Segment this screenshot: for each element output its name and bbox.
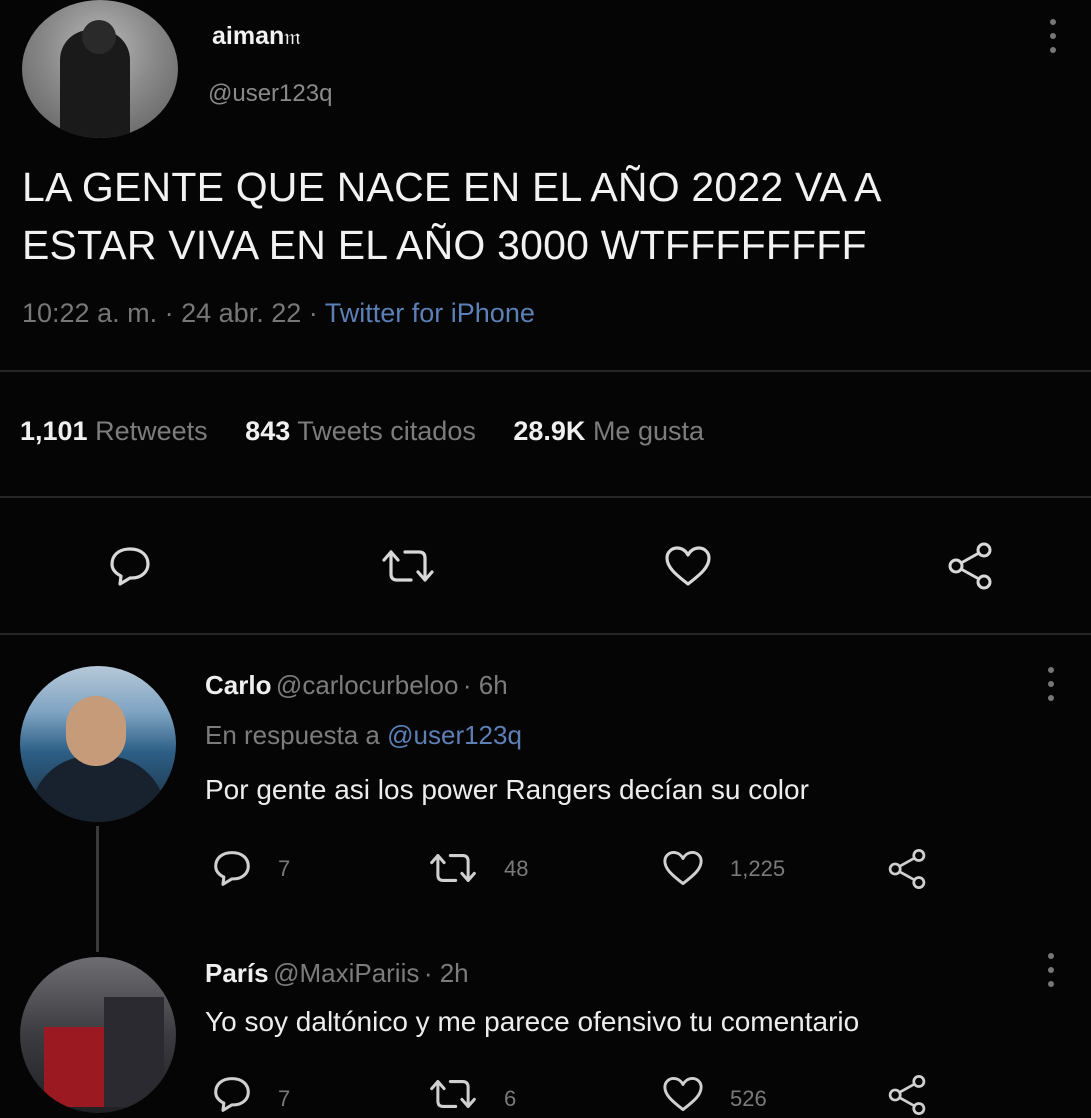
reply-header: Carlo @carlocurbeloo · 6h xyxy=(205,670,508,701)
retweet-icon[interactable] xyxy=(428,1074,478,1114)
thread-line xyxy=(96,826,99,952)
reply-author-name[interactable]: Carlo xyxy=(205,670,271,700)
reply-author-handle[interactable]: @MaxiPariis xyxy=(273,958,419,988)
meta-separator: · xyxy=(308,298,318,328)
quotes-label: Tweets citados xyxy=(297,416,476,446)
more-options-icon[interactable] xyxy=(1046,666,1056,702)
reply-count: 7 xyxy=(278,1086,291,1111)
reply-avatar[interactable] xyxy=(20,957,176,1113)
likes-count: 28.9K xyxy=(513,416,586,446)
more-options-icon[interactable] xyxy=(1048,18,1058,54)
tweet-date[interactable]: 24 abr. 22 xyxy=(181,298,301,328)
quotes-count: 843 xyxy=(245,416,291,446)
tweet-text-line-1: LA GENTE QUE NACE EN EL AÑO 2022 VA A xyxy=(22,164,882,210)
author-name-suffix: 𝔪 xyxy=(284,24,301,49)
retweets-label: Retweets xyxy=(95,416,208,446)
retweet-icon[interactable] xyxy=(380,540,436,592)
tweet-stats: 1,101 Retweets 843 Tweets citados 28.9K … xyxy=(20,416,704,447)
reply-text: Por gente asi los power Rangers decían s… xyxy=(205,774,809,805)
retweets-stat[interactable]: 1,101 Retweets xyxy=(20,416,208,446)
more-options-icon[interactable] xyxy=(1046,952,1056,988)
retweet-count: 48 xyxy=(504,856,529,881)
like-icon[interactable] xyxy=(660,848,706,888)
tweet-meta: 10:22 a. m. · 24 abr. 22 · Twitter for i… xyxy=(22,298,535,329)
tweet-text-line-2: ESTAR VIVA EN EL AÑO 3000 WTFFFFFFFF xyxy=(22,222,867,268)
reply-author-name[interactable]: París xyxy=(205,958,269,988)
share-icon[interactable] xyxy=(942,538,998,594)
reply-count: 7 xyxy=(278,856,291,881)
author-handle[interactable]: @user123q xyxy=(208,80,332,108)
reply-to-label: En respuesta a xyxy=(205,720,380,750)
reply-author-handle[interactable]: @carlocurbeloo xyxy=(276,670,458,700)
share-icon[interactable] xyxy=(884,1072,930,1118)
tweet-text: LA GENTE QUE NACE EN EL AÑO 2022 VA A ES… xyxy=(22,158,1072,274)
like-count: 526 xyxy=(730,1086,767,1111)
like-count: 1,225 xyxy=(730,856,786,881)
author-display-name: aiman xyxy=(212,22,285,50)
reply-to-line: En respuesta a @user123q xyxy=(205,720,522,751)
quotes-stat[interactable]: 843 Tweets citados xyxy=(245,416,476,446)
likes-stat[interactable]: 28.9K Me gusta xyxy=(513,416,704,446)
likes-label: Me gusta xyxy=(592,416,704,446)
like-icon[interactable] xyxy=(660,540,716,592)
reply-age: · 6h xyxy=(462,670,508,700)
avatar-detail xyxy=(44,1027,104,1107)
reply-header: París @MaxiPariis · 2h xyxy=(205,958,469,989)
reply-icon[interactable] xyxy=(104,540,156,592)
share-icon[interactable] xyxy=(884,846,930,892)
avatar-head xyxy=(82,20,116,54)
like-icon[interactable] xyxy=(660,1074,706,1114)
author-name[interactable]: aiman𝔪 xyxy=(212,22,301,51)
divider xyxy=(0,496,1091,498)
tweet-time[interactable]: 10:22 a. m. xyxy=(22,298,157,328)
retweet-icon[interactable] xyxy=(428,848,478,888)
reply-age: · 2h xyxy=(423,958,469,988)
reply-to-handle-link[interactable]: @user123q xyxy=(387,720,522,750)
retweets-count: 1,101 xyxy=(20,416,88,446)
tweet-source-link[interactable]: Twitter for iPhone xyxy=(325,298,535,328)
main-avatar[interactable] xyxy=(22,0,178,138)
reply-text: Yo soy daltónico y me parece ofensivo tu… xyxy=(205,1006,860,1037)
retweet-count: 6 xyxy=(504,1086,517,1111)
meta-separator: · xyxy=(164,298,174,328)
reply-icon[interactable] xyxy=(210,1074,254,1114)
divider xyxy=(0,633,1091,635)
reply-avatar[interactable] xyxy=(20,666,176,822)
avatar-detail xyxy=(104,997,164,1107)
avatar-face xyxy=(66,696,126,766)
divider xyxy=(0,370,1091,372)
reply-icon[interactable] xyxy=(210,848,254,888)
